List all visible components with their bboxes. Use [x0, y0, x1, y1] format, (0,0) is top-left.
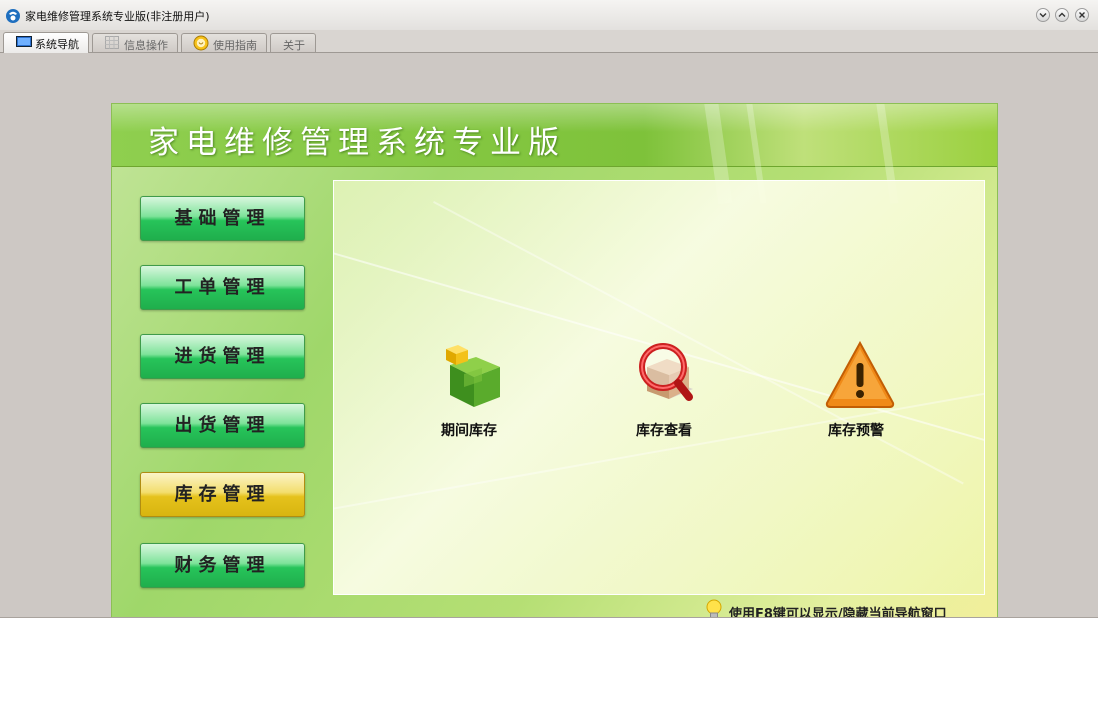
tab-user-guide[interactable]: 使用指南 [181, 33, 267, 52]
tab-label: 关于 [283, 39, 305, 52]
module-inventory-warning[interactable]: 库存预警 [801, 341, 911, 441]
close-button[interactable] [1075, 8, 1089, 22]
header-banner: 家电维修管理系统专业版 [112, 104, 997, 205]
tab-info-operation[interactable]: 信息操作 [92, 33, 178, 52]
tab-label: 使用指南 [213, 39, 257, 52]
tab-bar: 系统导航 信息操作 使用指南 关于 [0, 30, 1098, 53]
window-title: 家电维修管理系统专业版(非注册用户) [25, 10, 210, 23]
menu-inventory-management[interactable]: 库存管理 [140, 472, 305, 517]
module-label: 库存查看 [636, 423, 692, 439]
hint-text: 使用F8键可以显示/隐藏当前导航窗口 [729, 607, 947, 618]
navigation-panel: 家电维修管理系统专业版 基础管理 工单管理 进货管理 出货管理 库存管理 财务管… [111, 103, 998, 618]
tab-label: 信息操作 [124, 39, 168, 52]
close-icon [1079, 12, 1085, 18]
menu-shipment-management[interactable]: 出货管理 [140, 403, 305, 448]
content-area: 期间库存 库存查看 库存预警 [333, 180, 985, 595]
minimize-button[interactable] [1036, 8, 1050, 22]
app-logo-icon [5, 8, 21, 24]
maximize-button[interactable] [1055, 8, 1069, 22]
module-label: 库存预警 [828, 423, 884, 439]
smiley-icon [193, 35, 209, 52]
lightbulb-icon [705, 599, 723, 617]
chevron-down-icon [1039, 13, 1047, 18]
app-window: 家电维修管理系统专业版(非注册用户) 系统导航 信息操作 使用指南 关于 家电维… [0, 0, 1098, 618]
module-period-inventory[interactable]: 期间库存 [414, 341, 524, 441]
panel-title: 家电维修管理系统专业版 [148, 125, 566, 161]
tab-about[interactable]: 关于 [270, 33, 316, 52]
module-inventory-view[interactable]: 库存查看 [609, 341, 719, 441]
menu-finance-management[interactable]: 财务管理 [140, 543, 305, 588]
monitor-icon [16, 36, 32, 51]
menu-basic-management[interactable]: 基础管理 [140, 196, 305, 241]
tab-label: 系统导航 [35, 38, 79, 51]
menu-work-order-management[interactable]: 工单管理 [140, 265, 305, 310]
magnifier-box-icon [639, 343, 693, 401]
chevron-up-icon [1058, 12, 1066, 17]
warning-triangle-icon [825, 341, 895, 408]
menu-purchase-management[interactable]: 进货管理 [140, 334, 305, 379]
green-box-icon [446, 345, 500, 407]
grid-icon [105, 36, 119, 52]
module-label: 期间库存 [441, 423, 497, 439]
title-bar: 家电维修管理系统专业版(非注册用户) [0, 0, 1098, 31]
tab-system-navigation[interactable]: 系统导航 [3, 32, 89, 53]
